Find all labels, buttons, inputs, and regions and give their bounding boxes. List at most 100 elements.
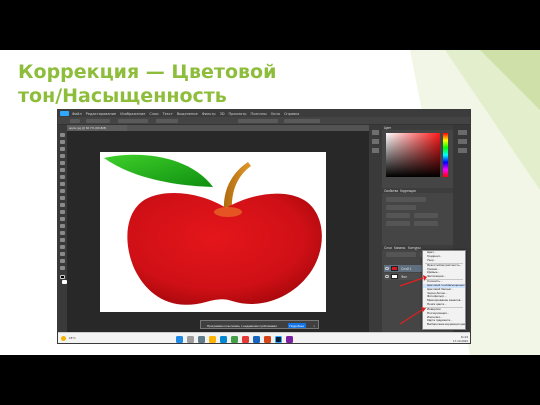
slide-title: Коррекция — Цветовой тон/Насыщенность [18, 60, 318, 108]
sample-select[interactable] [118, 119, 148, 123]
eye-icon[interactable] [385, 275, 389, 278]
stamp-tool-icon[interactable] [60, 189, 65, 193]
app-icon-red[interactable] [242, 336, 249, 343]
menu-image[interactable]: Изображение [120, 112, 145, 116]
menu-select[interactable]: Выделение [177, 112, 198, 116]
close-icon[interactable]: × [313, 324, 315, 328]
layers-tab[interactable]: Слои [384, 246, 392, 250]
gradient-tool-icon[interactable] [60, 210, 65, 214]
adjustment-row-2[interactable] [386, 205, 416, 210]
powerpoint-icon[interactable] [264, 336, 271, 343]
document-tab-label: apple.jpg @ 66.7% (RGB/8) [69, 126, 107, 130]
collapsed-panels-strip [369, 125, 382, 332]
eraser-tool-icon[interactable] [60, 203, 65, 207]
details-button[interactable]: Подробнее [288, 323, 306, 328]
swatches-icon[interactable] [458, 139, 467, 144]
adjustment-row-5[interactable] [386, 221, 410, 226]
task-view-icon[interactable] [198, 336, 205, 343]
windows-taskbar: 18°C 11:24 17.10.2022 [58, 332, 470, 343]
dodge-tool-icon[interactable] [60, 224, 65, 228]
color-panel-header: Цвет [382, 125, 453, 130]
apple-image [104, 154, 322, 305]
menu-text[interactable]: Текст [163, 112, 173, 116]
crop-tool-icon[interactable] [60, 161, 65, 165]
menu-3d[interactable]: 3D [220, 112, 225, 116]
history-panel-icon[interactable] [372, 130, 379, 135]
paths-tab[interactable]: Контуры [408, 246, 421, 250]
options-field[interactable] [238, 119, 278, 123]
menu-edit[interactable]: Редактирование [86, 112, 117, 116]
file-explorer-icon[interactable] [209, 336, 216, 343]
word-icon[interactable] [253, 336, 260, 343]
adjustment-row-6[interactable] [414, 221, 438, 226]
zoom-tool-icon[interactable] [60, 266, 65, 270]
color-picker-field[interactable] [386, 133, 440, 177]
clock-date: 17.10.2022 [452, 339, 468, 343]
eyedropper-tool-icon[interactable] [60, 168, 65, 172]
pen-tool-icon[interactable] [60, 231, 65, 235]
healing-tool-icon[interactable] [60, 175, 65, 179]
adjustments-tab[interactable]: Коррекция [400, 189, 416, 193]
slide-title-line-1: Коррекция — Цветовой [18, 61, 277, 83]
system-tray-clock[interactable]: 11:24 17.10.2022 [453, 335, 468, 343]
details-button-label: Подробнее [289, 323, 305, 328]
app-icon-purple[interactable] [286, 336, 293, 343]
menu-help[interactable]: Справка [284, 112, 299, 116]
menu-filter[interactable]: Фильтр [202, 112, 216, 116]
menu-layers[interactable]: Слои [149, 112, 158, 116]
weather-sun-icon[interactable] [61, 336, 66, 341]
search-icon[interactable] [187, 336, 194, 343]
edge-icon[interactable] [220, 336, 227, 343]
menu-plugins[interactable]: Плагины [250, 112, 266, 116]
adjustment-row-4[interactable] [414, 213, 438, 218]
blend-mode-select[interactable] [386, 252, 416, 257]
photoshop-taskbar-icon[interactable] [275, 336, 282, 343]
slide-title-line-2: тон/Насыщенность [18, 85, 227, 107]
windows-start-icon[interactable] [176, 336, 183, 343]
properties-panel-icon[interactable] [372, 139, 379, 144]
notification-bar: Программа попыталась с недавними проблем… [200, 320, 319, 329]
menu-bar: Файл Редактирование Изображение Слои Тек… [58, 110, 470, 117]
properties-tab[interactable]: Свойства [384, 189, 398, 193]
tool-preset-picker[interactable] [70, 119, 80, 123]
menu-window[interactable]: Окно [271, 112, 280, 116]
adjustment-row-3[interactable] [386, 213, 410, 218]
taskbar-apps [176, 336, 293, 343]
photoshop-logo-icon [60, 111, 69, 116]
chrome-icon[interactable] [231, 336, 238, 343]
channels-tab[interactable]: Каналы [394, 246, 405, 250]
type-tool-icon[interactable] [60, 238, 65, 242]
hand-tool-icon[interactable] [60, 259, 65, 263]
canvas-area [67, 131, 369, 332]
menu-item[interactable]: Выборочная коррекция цвета... [423, 323, 465, 327]
hue-slider[interactable] [443, 133, 448, 177]
menu-view[interactable]: Просмотр [229, 112, 247, 116]
marquee-tool-icon[interactable] [60, 140, 65, 144]
shape-tool-icon[interactable] [60, 252, 65, 256]
blur-tool-icon[interactable] [60, 217, 65, 221]
foreground-color-swatch[interactable] [60, 275, 65, 279]
move-tool-icon[interactable] [60, 133, 65, 137]
libraries-icon[interactable] [458, 130, 467, 135]
weather-temp[interactable]: 18°C [69, 336, 76, 340]
lasso-tool-icon[interactable] [60, 147, 65, 151]
tools-panel [58, 125, 67, 332]
brush-tool-icon[interactable] [60, 182, 65, 186]
options-bar [58, 117, 470, 125]
adjustments-panel-header: Свойства Коррекция [382, 188, 453, 193]
document-canvas[interactable] [100, 152, 326, 312]
history-brush-tool-icon[interactable] [60, 196, 65, 200]
quick-select-tool-icon[interactable] [60, 154, 65, 158]
patterns-icon[interactable] [458, 148, 467, 153]
eye-icon[interactable] [385, 267, 389, 270]
adjustment-row-1[interactable] [386, 197, 426, 202]
actions-panel-icon[interactable] [372, 148, 379, 153]
notification-message: Программа попыталась с недавними проблем… [207, 323, 277, 328]
menu-file[interactable]: Файл [72, 112, 82, 116]
color-panel-tab[interactable]: Цвет [384, 126, 391, 130]
adjustment-context-menu: Цвет... Градиент... Узор... Яркость/Конт… [422, 250, 466, 330]
sample-size-select[interactable] [86, 119, 110, 123]
show-ring-checkbox[interactable] [156, 119, 178, 123]
options-field-2[interactable] [284, 119, 320, 123]
path-select-tool-icon[interactable] [60, 245, 65, 249]
